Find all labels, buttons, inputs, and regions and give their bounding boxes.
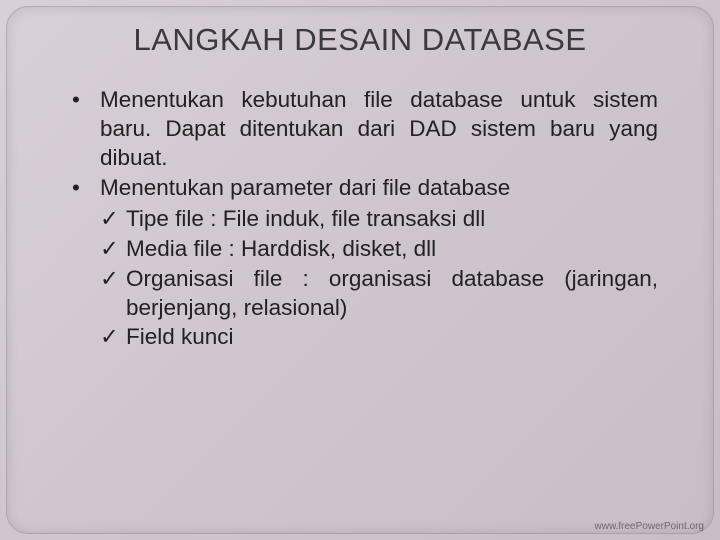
- check-text: Tipe file : File induk, file transaksi d…: [126, 205, 658, 234]
- check-item: ✓ Organisasi file : organisasi database …: [100, 265, 658, 323]
- check-list: ✓ Tipe file : File induk, file transaksi…: [100, 205, 658, 352]
- check-item: ✓ Field kunci: [100, 323, 658, 352]
- checkmark-icon: ✓: [100, 323, 126, 352]
- check-item: ✓ Tipe file : File induk, file transaksi…: [100, 205, 658, 234]
- check-text: Field kunci: [126, 323, 658, 352]
- bullet-item: • Menentukan parameter dari file databas…: [72, 174, 658, 203]
- slide-title: LANGKAH DESAIN DATABASE: [40, 22, 680, 58]
- checkmark-icon: ✓: [100, 265, 126, 323]
- check-text: Media file : Harddisk, disket, dll: [126, 235, 658, 264]
- slide-content: • Menentukan kebutuhan file database unt…: [40, 86, 680, 352]
- bullet-item: • Menentukan kebutuhan file database unt…: [72, 86, 658, 172]
- check-text: Organisasi file : organisasi database (j…: [126, 265, 658, 323]
- footer-watermark: www.freePowerPoint.org: [595, 521, 705, 532]
- check-item: ✓ Media file : Harddisk, disket, dll: [100, 235, 658, 264]
- bullet-text: Menentukan kebutuhan file database untuk…: [100, 86, 658, 172]
- checkmark-icon: ✓: [100, 235, 126, 264]
- bullet-text: Menentukan parameter dari file database: [100, 174, 658, 203]
- bullet-icon: •: [72, 86, 100, 172]
- checkmark-icon: ✓: [100, 205, 126, 234]
- slide: LANGKAH DESAIN DATABASE • Menentukan keb…: [0, 0, 720, 540]
- bullet-icon: •: [72, 174, 100, 203]
